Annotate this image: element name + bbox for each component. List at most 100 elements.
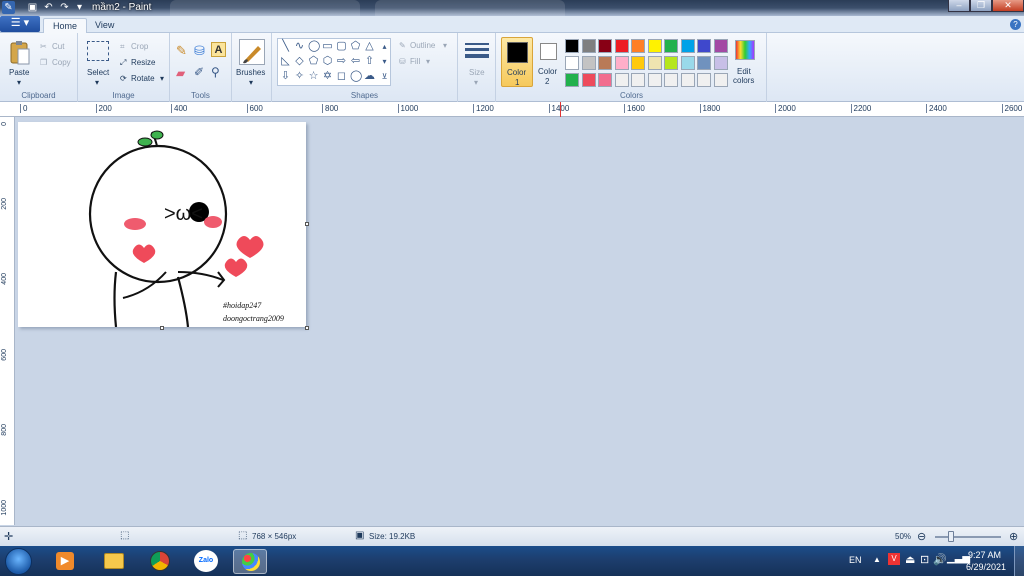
zoom-slider-thumb[interactable]: [948, 531, 954, 542]
palette-swatch[interactable]: [581, 73, 596, 87]
paste-label[interactable]: Paste: [9, 68, 29, 77]
select-icon[interactable]: [87, 41, 109, 61]
palette-swatch[interactable]: [581, 56, 596, 70]
resize-handle-corner[interactable]: [305, 326, 309, 330]
antivirus-tray-icon[interactable]: V: [888, 553, 900, 565]
customize-dropdown-icon[interactable]: ▾: [73, 1, 86, 14]
shapes-expand-icon[interactable]: ⊻: [379, 71, 390, 82]
clock-date[interactable]: 6/29/2021: [966, 562, 1006, 572]
network-tray-icon[interactable]: ⊡: [920, 553, 929, 566]
restore-button[interactable]: ❐: [970, 0, 992, 12]
fill-bucket-icon[interactable]: ⛁: [194, 43, 205, 59]
volume-tray-icon[interactable]: 🔊: [933, 553, 947, 566]
palette-swatch[interactable]: [680, 39, 695, 53]
palette-swatch[interactable]: [598, 56, 612, 70]
edit-colors-icon[interactable]: [735, 40, 755, 60]
size-icon[interactable]: [465, 41, 489, 63]
paint-taskbar-icon[interactable]: [233, 549, 267, 574]
palette-swatch[interactable]: [614, 39, 629, 53]
tab-home[interactable]: Home: [43, 18, 88, 33]
down-arrow-shape-icon[interactable]: ⇩: [280, 71, 291, 82]
palette-swatch[interactable]: [631, 73, 645, 87]
palette-swatch[interactable]: [647, 73, 662, 87]
left-arrow-shape-icon[interactable]: ⇦: [350, 56, 361, 67]
brushes-label[interactable]: Brushes: [236, 68, 265, 77]
edit-colors-label-2[interactable]: colors: [733, 76, 754, 85]
palette-swatch[interactable]: [697, 73, 711, 87]
shapes-scroll-down-icon[interactable]: ▾: [379, 56, 390, 67]
media-player-taskbar-icon[interactable]: ▶: [48, 549, 82, 574]
palette-swatch[interactable]: [614, 73, 629, 87]
chrome-taskbar-icon[interactable]: [142, 549, 176, 574]
shapes-scroll-up-icon[interactable]: ▴: [379, 41, 390, 52]
polygon-shape-icon[interactable]: ⬠: [350, 41, 361, 52]
undo-icon[interactable]: ↶: [42, 1, 55, 14]
oval-callout-shape-icon[interactable]: ◯: [350, 71, 362, 82]
pencil-icon[interactable]: ✎: [176, 43, 187, 59]
pentagon-shape-icon[interactable]: ⬠: [308, 56, 319, 67]
paste-dropdown-icon[interactable]: ▾: [17, 78, 21, 87]
usb-tray-icon[interactable]: ⏏: [905, 553, 915, 566]
zoom-out-icon[interactable]: ⊖: [917, 530, 926, 543]
start-orb-icon[interactable]: [5, 548, 32, 575]
five-point-star-shape-icon[interactable]: ☆: [308, 71, 319, 82]
size-dropdown-icon[interactable]: ▾: [474, 78, 478, 87]
show-desktop-button[interactable]: [1014, 546, 1024, 576]
outline-dropdown-icon[interactable]: ▾: [443, 41, 447, 50]
palette-swatch[interactable]: [713, 56, 728, 70]
select-label[interactable]: Select: [87, 68, 109, 77]
palette-swatch[interactable]: [631, 56, 645, 70]
six-point-star-shape-icon[interactable]: ✡: [322, 71, 333, 82]
triangle-shape-icon[interactable]: △: [364, 41, 375, 52]
palette-swatch[interactable]: [697, 56, 711, 70]
zoom-slider-track[interactable]: [935, 536, 1001, 538]
zalo-taskbar-icon[interactable]: Zalo: [189, 549, 223, 574]
select-dropdown-icon[interactable]: ▾: [95, 78, 99, 87]
right-arrow-shape-icon[interactable]: ⇨: [336, 56, 347, 67]
close-button[interactable]: ✕: [992, 0, 1024, 12]
crop-label[interactable]: Crop: [131, 42, 148, 51]
right-triangle-shape-icon[interactable]: ◺: [280, 56, 291, 67]
palette-swatch[interactable]: [631, 39, 645, 53]
oval-shape-icon[interactable]: ◯: [308, 41, 320, 52]
resize-label[interactable]: Resize: [131, 58, 155, 67]
hexagon-shape-icon[interactable]: ⬡: [322, 56, 333, 67]
zoom-in-icon[interactable]: ⊕: [1009, 530, 1018, 543]
paste-icon[interactable]: [9, 39, 31, 67]
palette-swatch[interactable]: [565, 56, 579, 70]
palette-swatch[interactable]: [664, 73, 678, 87]
four-point-star-shape-icon[interactable]: ✧: [294, 71, 305, 82]
palette-swatch[interactable]: [565, 73, 579, 87]
palette-swatch[interactable]: [614, 56, 629, 70]
text-icon[interactable]: A: [211, 42, 226, 57]
palette-swatch[interactable]: [598, 73, 612, 87]
callout-shape-icon[interactable]: ◻: [336, 71, 347, 82]
size-label[interactable]: Size: [469, 68, 485, 77]
language-indicator[interactable]: EN: [849, 555, 862, 565]
palette-swatch[interactable]: [680, 73, 695, 87]
copy-label[interactable]: Copy: [52, 58, 71, 67]
palette-swatch[interactable]: [664, 56, 678, 70]
palette-swatch[interactable]: [647, 39, 662, 53]
file-menu-button[interactable]: ☰ ▾: [0, 16, 40, 32]
fill-label[interactable]: Fill: [410, 57, 420, 66]
redo-icon[interactable]: ↷: [58, 1, 71, 14]
palette-swatch[interactable]: [565, 39, 579, 53]
palette-swatch[interactable]: [680, 56, 695, 70]
file-explorer-taskbar-icon[interactable]: [96, 549, 130, 574]
brushes-dropdown-icon[interactable]: ▾: [249, 78, 253, 87]
palette-swatch[interactable]: [664, 39, 678, 53]
up-arrow-shape-icon[interactable]: ⇧: [364, 56, 375, 67]
curve-shape-icon[interactable]: ∿: [294, 41, 305, 52]
rectangle-shape-icon[interactable]: ▭: [322, 41, 333, 52]
rotate-label[interactable]: Rotate: [131, 74, 155, 83]
palette-swatch[interactable]: [713, 39, 728, 53]
resize-handle-bottom[interactable]: [160, 326, 164, 330]
drawing-canvas[interactable]: >ω< #hoidap247 doongoctrang2009: [18, 122, 306, 327]
tab-view[interactable]: View: [86, 18, 123, 33]
edit-colors-label[interactable]: Edit: [737, 67, 751, 76]
palette-swatch[interactable]: [713, 73, 728, 87]
brush-icon[interactable]: [239, 39, 265, 65]
magnifier-icon[interactable]: ⚲: [211, 65, 220, 79]
diamond-shape-icon[interactable]: ◇: [294, 56, 305, 67]
